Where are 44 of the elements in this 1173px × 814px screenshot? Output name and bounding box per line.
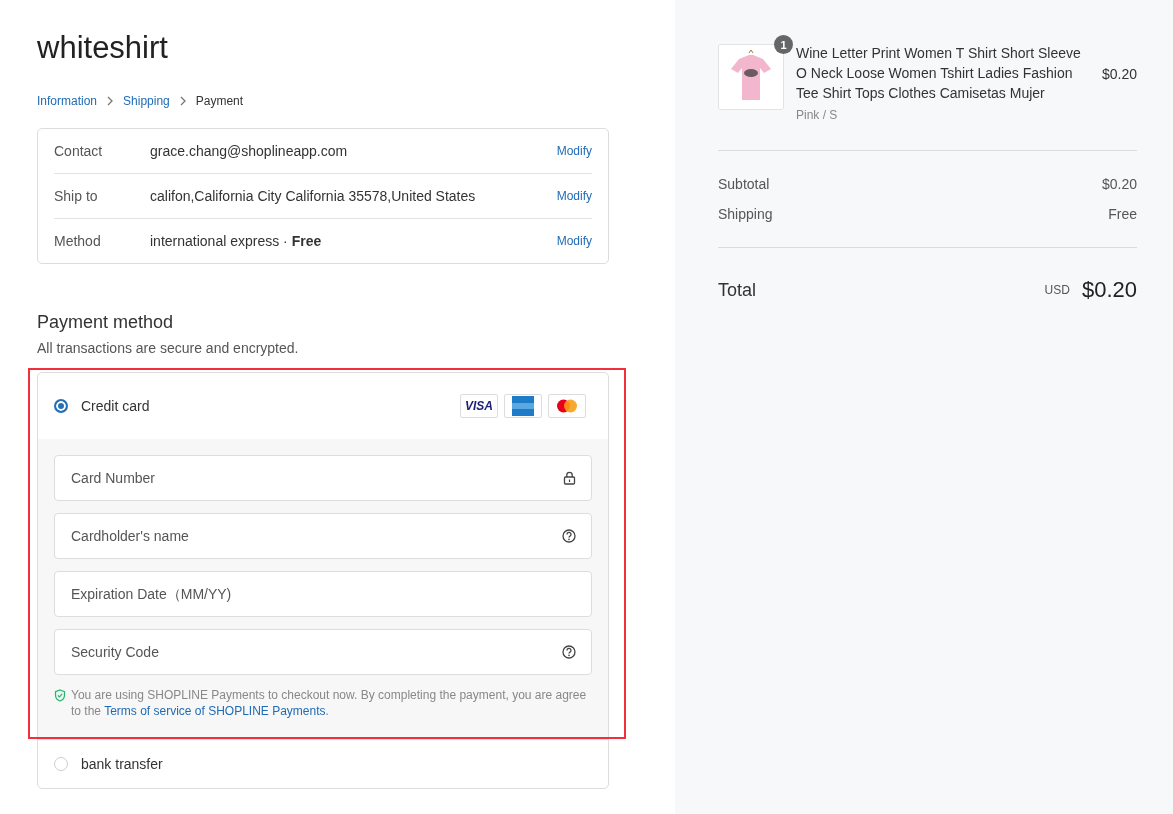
quantity-badge: 1 [774, 35, 793, 54]
mastercard-icon [548, 394, 586, 418]
terms-link[interactable]: Terms of service of SHOPLINE Payments [104, 704, 326, 718]
review-label: Method [54, 233, 102, 249]
input-field[interactable]: Expiration Date（MM/YY) [54, 571, 592, 617]
total-label: Total [718, 279, 758, 301]
review-value: califon,California City California 35578,United States [150, 188, 477, 204]
card-logo-icon [504, 394, 542, 418]
input-field[interactable]: Security Code [54, 629, 592, 675]
store-name: whiteshirt [37, 30, 169, 66]
help-icon[interactable] [562, 529, 576, 543]
chevron-icon [106, 96, 115, 106]
breadcrumb-link[interactable]: Shipping [123, 94, 170, 108]
summary-label: Subtotal [718, 176, 770, 192]
summary-label: Shipping [718, 206, 773, 222]
modify-link[interactable]: Modify [556, 234, 592, 248]
shield-icon [54, 689, 66, 702]
review-label: Contact [54, 143, 104, 159]
method-label: bank transfer [81, 756, 164, 772]
chevron-icon [178, 96, 187, 106]
breadcrumb-link[interactable]: Payment [195, 94, 244, 108]
product-title: Wine Letter Print Women T Shirt Short Sleeve O Neck Loose Women Tshirt Ladies Fashion Tee Shirt Tops Clothes Camisetas Mujer [796, 44, 1082, 103]
modify-link[interactable]: Modify [556, 189, 592, 203]
product-price: $0.20 [1101, 66, 1137, 82]
total-value: $0.20 [1081, 277, 1137, 303]
radio-button[interactable] [54, 399, 68, 413]
breadcrumb-link[interactable]: Information [37, 94, 98, 108]
review-label: Ship to [54, 188, 99, 204]
payment-notice: You are using SHOPLINE Payments to checkout now. By completing the payment, you are agree to the Terms of service of SHOPLINE Payments. [71, 687, 588, 719]
section-title: Payment method [37, 312, 175, 333]
method-label: Credit card [81, 398, 151, 414]
input-field[interactable]: Card Number [54, 455, 592, 501]
modify-link[interactable]: Modify [556, 144, 592, 158]
currency-code: USD [1044, 283, 1070, 297]
lock-icon [563, 471, 576, 485]
help-icon[interactable] [562, 645, 576, 659]
visa-card-icon: VISA [460, 394, 498, 418]
review-value: international express · Free [150, 233, 323, 249]
review-value: grace.chang@shoplineapp.com [150, 143, 349, 159]
summary-value: Free [1108, 206, 1137, 222]
summary-value: $0.20 [1101, 176, 1137, 192]
section-subtitle: All transactions are secure and encrypted. [37, 340, 300, 356]
product-variant: Pink / S [796, 108, 839, 122]
input-field[interactable]: Cardholder's name [54, 513, 592, 559]
